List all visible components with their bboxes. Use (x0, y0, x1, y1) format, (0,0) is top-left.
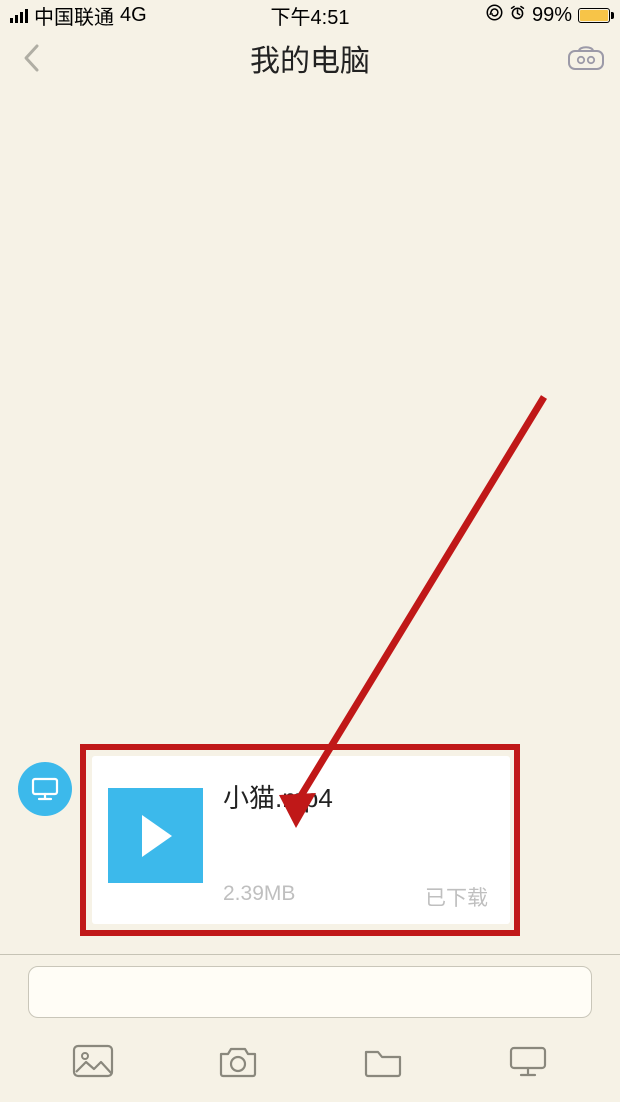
bottom-toolbar (0, 1028, 620, 1102)
signal-icon (10, 8, 28, 23)
status-bar: 中国联通 4G 下午4:51 99% (0, 0, 620, 30)
status-left: 中国联通 4G (10, 1, 147, 30)
chat-area: 小猫.mp4 2.39MB 已下载 (0, 86, 620, 954)
computer-icon (30, 776, 60, 802)
file-meta: 2.39MB 已下载 (223, 882, 488, 912)
settings-button[interactable] (566, 38, 606, 78)
files-button[interactable] (358, 1036, 408, 1086)
play-icon (135, 813, 177, 859)
carrier-label: 中国联通 (34, 1, 114, 30)
file-name-label: 小猫.mp4 (223, 778, 488, 815)
nav-bar: 我的电脑 (0, 30, 620, 86)
battery-percent-label: 99% (532, 4, 572, 27)
monitor-icon (507, 1044, 549, 1078)
input-bar (0, 954, 620, 1028)
orientation-lock-icon (486, 4, 503, 27)
file-size-label: 2.39MB (223, 882, 295, 912)
back-button[interactable] (16, 42, 48, 74)
chevron-left-icon (21, 43, 43, 73)
download-status-label: 已下载 (425, 882, 488, 912)
camera-button[interactable] (213, 1036, 263, 1086)
file-info: 小猫.mp4 2.39MB 已下载 (203, 786, 488, 906)
page-title: 我的电脑 (250, 36, 370, 80)
sender-avatar[interactable] (18, 762, 72, 816)
my-computer-button[interactable] (503, 1036, 553, 1086)
status-right: 99% (486, 4, 610, 27)
gallery-button[interactable] (68, 1036, 118, 1086)
clock-label: 下午4:51 (271, 1, 350, 30)
video-thumbnail (108, 788, 203, 883)
robot-icon (567, 43, 605, 73)
camera-icon (217, 1044, 259, 1078)
alarm-icon (509, 4, 526, 27)
folder-icon (362, 1044, 404, 1078)
battery-icon (578, 8, 610, 23)
file-message-card[interactable]: 小猫.mp4 2.39MB 已下载 (92, 756, 510, 924)
network-label: 4G (120, 4, 147, 27)
message-input[interactable] (28, 966, 592, 1018)
image-icon (72, 1044, 114, 1078)
